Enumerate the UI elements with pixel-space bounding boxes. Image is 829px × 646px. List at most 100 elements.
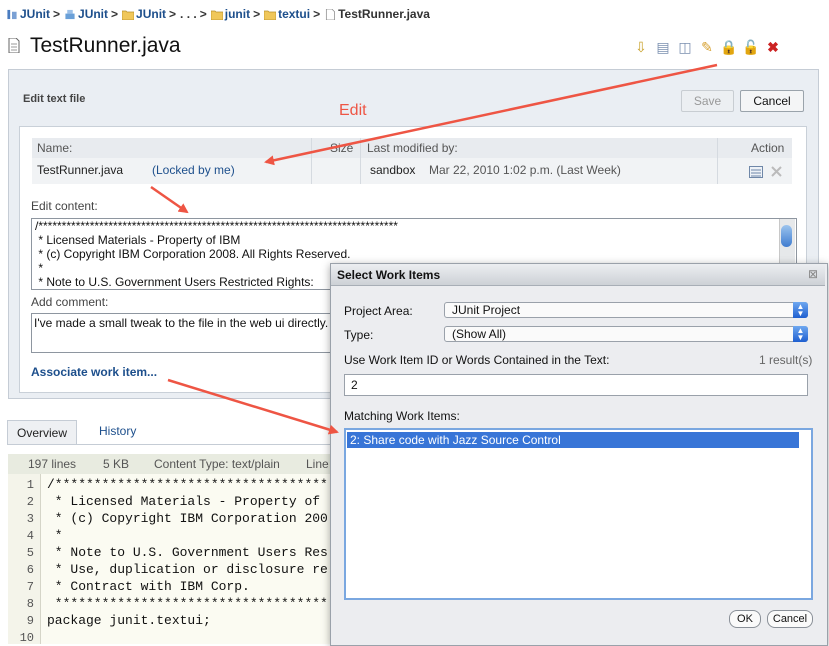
breadcrumb-ellipsis[interactable]: . . . <box>180 7 197 21</box>
folder-icon <box>264 10 277 20</box>
content-type: Content Type: text/plain <box>154 457 280 471</box>
content-line: * (c) Copyright IBM Corporation 2008. Al… <box>35 247 351 261</box>
scrollbar-thumb[interactable] <box>781 225 792 247</box>
folder-icon <box>210 10 223 20</box>
content-line: * Licensed Materials - Property of IBM <box>35 233 241 247</box>
line-number: 5 <box>26 546 34 560</box>
line-number: 9 <box>26 614 34 628</box>
associate-work-item-link[interactable]: Associate work item... <box>31 365 157 379</box>
content-line: /***************************************… <box>35 219 398 233</box>
file-size: 5 KB <box>103 457 130 471</box>
type-value: (Show All) <box>452 327 507 341</box>
project-area-value: JUnit Project <box>452 303 521 317</box>
search-label: Use Work Item ID or Words Contained in t… <box>344 353 610 367</box>
project-icon <box>7 9 17 19</box>
line-count: 197 lines <box>28 457 77 471</box>
project-area-select[interactable]: JUnit Project ▲ ▼ <box>444 302 808 318</box>
code-line: * Note to U.S. Government Users Res <box>47 545 328 560</box>
history-icon[interactable]: ◫ <box>676 38 694 56</box>
breadcrumb-item[interactable]: JUnit <box>122 7 166 21</box>
remove-icon[interactable] <box>771 166 782 177</box>
breadcrumb-label: JUnit <box>136 7 167 21</box>
column-header-name: Name: <box>37 141 73 155</box>
edit-content-label: Edit content: <box>31 199 98 213</box>
breadcrumb-separator: > <box>199 7 207 21</box>
column-header-size: Size <box>330 141 354 155</box>
line-number: 10 <box>19 631 34 645</box>
breadcrumb-separator: > <box>53 7 61 21</box>
breadcrumb-item[interactable]: JUnit <box>64 7 108 21</box>
breadcrumb-label: JUnit <box>20 7 50 21</box>
type-select[interactable]: (Show All) ▲ ▼ <box>444 326 808 342</box>
cancel-button[interactable]: Cancel <box>740 90 804 112</box>
select-arrows-icon: ▲ ▼ <box>793 302 808 318</box>
breadcrumb-item[interactable]: JUnit <box>6 7 50 21</box>
edit-panel-heading: Edit text file <box>23 93 86 105</box>
breadcrumb-label: textui <box>278 7 311 21</box>
line-number: 7 <box>26 580 34 594</box>
delete-icon[interactable]: ✖ <box>764 38 782 56</box>
modified-user: sandbox <box>370 163 416 177</box>
dialog-cancel-button[interactable]: Cancel <box>767 610 813 628</box>
file-name: TestRunner.java <box>37 163 124 177</box>
result-count: 1 result(s) <box>759 353 813 367</box>
code-line: * (c) Copyright IBM Corporation 200 <box>47 511 328 526</box>
lock-status-link[interactable]: (Locked by me) <box>152 163 235 177</box>
unlock-icon[interactable]: 🔓 <box>742 38 760 56</box>
ok-button[interactable]: OK <box>729 610 761 628</box>
code-line: /*********************************** <box>47 477 328 492</box>
code-line: *********************************** <box>47 596 328 611</box>
lock-icon[interactable]: 🔒 <box>720 38 738 56</box>
close-icon[interactable]: ⊠ <box>808 267 818 281</box>
code-line: * Use, duplication or disclosure re <box>47 562 328 577</box>
file-icon <box>8 38 20 53</box>
column-header-modified: Last modified by: <box>367 141 458 155</box>
breadcrumb-label: JUnit <box>78 7 109 21</box>
column-header-action: Action <box>751 141 785 155</box>
breadcrumb-label: . . . <box>180 7 197 21</box>
line-number: 8 <box>26 597 34 611</box>
breadcrumb-separator: > <box>313 7 321 21</box>
properties-icon[interactable] <box>749 166 763 178</box>
line-number: 4 <box>26 529 34 543</box>
line-number: 3 <box>26 512 34 526</box>
comment-text: I've made a small tweak to the file in t… <box>34 316 329 330</box>
breadcrumb-item[interactable]: junit <box>210 7 250 21</box>
tab-history[interactable]: History <box>99 424 136 438</box>
compare-icon[interactable]: ▤ <box>654 38 672 56</box>
tab-overview[interactable]: Overview <box>7 420 77 445</box>
select-arrows-icon: ▲ ▼ <box>793 326 808 342</box>
breadcrumb-item[interactable]: textui <box>264 7 310 21</box>
toolbar: ⇩ ▤ ◫ ✎ 🔒 🔓 ✖ <box>632 38 782 56</box>
breadcrumb-label: TestRunner.java <box>338 7 430 21</box>
annotation-label: Edit <box>339 102 367 119</box>
code-line: package junit.textui; <box>47 613 211 628</box>
breadcrumb-separator: > <box>169 7 177 21</box>
save-button[interactable]: Save <box>681 90 734 112</box>
type-label: Type: <box>344 328 374 342</box>
work-item-search-input[interactable]: 2 <box>344 374 808 396</box>
column-divider <box>717 138 718 184</box>
folder-icon <box>122 10 135 20</box>
matching-items-list[interactable] <box>344 428 813 600</box>
breadcrumb-separator: > <box>253 7 261 21</box>
column-divider <box>360 138 361 184</box>
component-icon <box>65 9 75 19</box>
download-icon[interactable]: ⇩ <box>632 38 650 56</box>
matching-items-label: Matching Work Items: <box>344 409 460 423</box>
line-number: 6 <box>26 563 34 577</box>
breadcrumb-current: TestRunner.java <box>324 7 430 21</box>
edit-pencil-icon[interactable]: ✎ <box>698 38 716 56</box>
line-number: 1 <box>26 478 34 492</box>
project-area-label: Project Area: <box>344 304 413 318</box>
add-comment-label: Add comment: <box>31 295 109 309</box>
file-icon <box>326 8 336 20</box>
modified-date: Mar 22, 2010 1:02 p.m. (Last Week) <box>429 163 621 177</box>
code-line: * <box>47 528 63 543</box>
list-item[interactable]: 2: Share code with Jazz Source Control <box>347 432 799 448</box>
breadcrumb-separator: > <box>111 7 119 21</box>
line-info: Line <box>306 457 329 471</box>
dialog-title: Select Work Items <box>337 268 441 282</box>
line-number: 2 <box>26 495 34 509</box>
code-line: * Licensed Materials - Property of <box>47 494 321 509</box>
